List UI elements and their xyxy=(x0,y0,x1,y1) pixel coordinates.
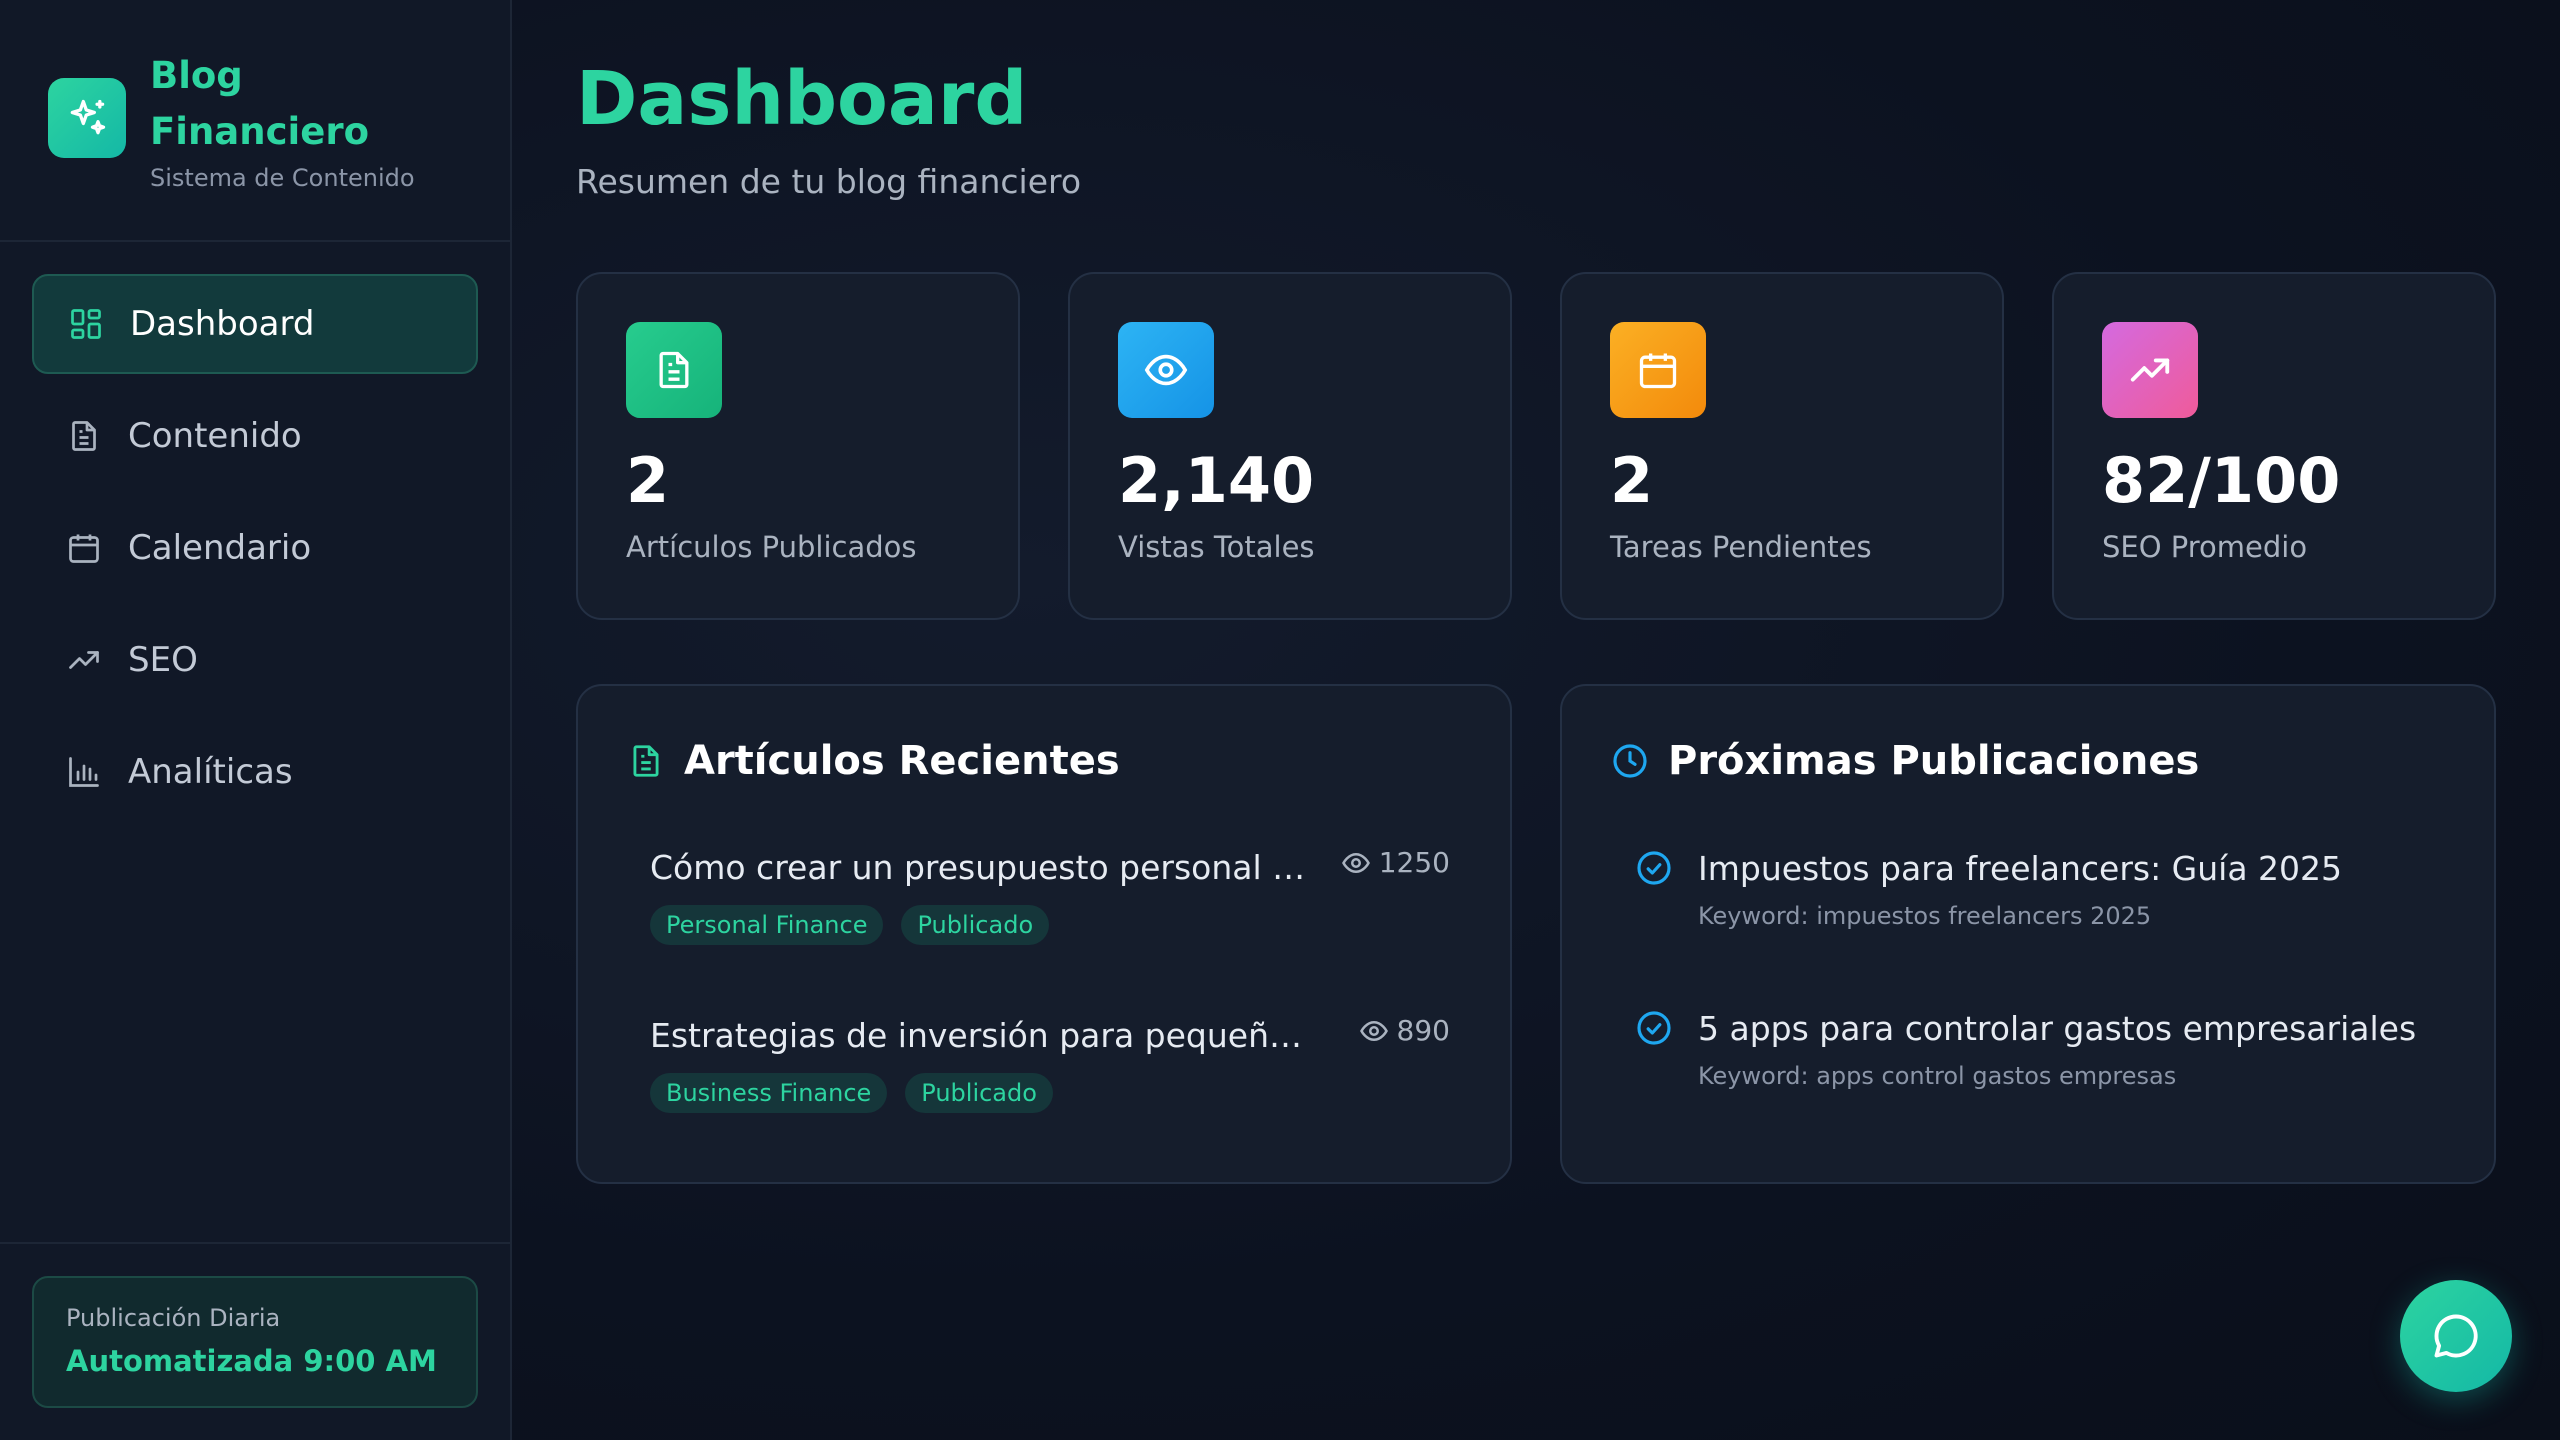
sidebar-divider xyxy=(0,240,512,242)
sidebar-item-contenido[interactable]: Contenido xyxy=(32,386,478,486)
chat-button[interactable] xyxy=(2400,1280,2512,1392)
eye-icon xyxy=(1118,322,1214,418)
sidebar-nav: Dashboard Contenido Calendario SEO Analí… xyxy=(32,274,478,834)
brand-subtitle: Sistema de Contenido xyxy=(150,164,415,192)
automation-label: Publicación Diaria xyxy=(66,1304,281,1332)
sidebar-item-analiticas[interactable]: Analíticas xyxy=(32,722,478,822)
eye-icon xyxy=(1341,852,1370,873)
stat-card-articles[interactable]: 2 Artículos Publicados xyxy=(576,272,1020,620)
page-title: Dashboard xyxy=(576,56,1028,142)
views-count: 890 xyxy=(1396,1014,1450,1047)
upcoming-title: Impuestos para freelancers: Guía 2025 xyxy=(1698,848,2343,888)
sidebar-item-label: Dashboard xyxy=(130,304,315,344)
article-tags: Personal Finance Publicado xyxy=(650,905,1450,945)
page-subtitle: Resumen de tu blog financiero xyxy=(576,162,1082,201)
chat-bubble-icon xyxy=(2434,1314,2478,1358)
trending-up-icon xyxy=(64,640,104,680)
panel-header: Próximas Publicaciones xyxy=(1610,738,2199,784)
sidebar-item-label: Contenido xyxy=(128,416,302,456)
status-badge: Publicado xyxy=(901,905,1050,945)
article-views: 890 xyxy=(1359,1014,1450,1047)
stat-label: Artículos Publicados xyxy=(626,530,917,564)
grid-icon xyxy=(66,304,106,344)
sidebar-item-label: SEO xyxy=(128,640,198,680)
upcoming-title: 5 apps para controlar gastos empresarial… xyxy=(1698,1008,2417,1048)
stat-label: SEO Promedio xyxy=(2102,530,2308,564)
views-count: 1250 xyxy=(1378,846,1450,879)
brand-title: Blog Financiero xyxy=(150,54,369,153)
calendar-icon xyxy=(1610,322,1706,418)
document-icon xyxy=(626,322,722,418)
stats-row: 2 Artículos Publicados 2,140 Vistas Tota… xyxy=(576,272,2496,620)
panel-header: Artículos Recientes xyxy=(626,738,1120,784)
upcoming-keyword: Keyword: apps control gastos empresas xyxy=(1698,1062,2177,1090)
automation-status: Publicación Diaria Automatizada 9:00 AM xyxy=(32,1276,478,1408)
upcoming-item[interactable]: 5 apps para controlar gastos empresarial… xyxy=(1634,1008,2454,1090)
sidebar-item-label: Analíticas xyxy=(128,752,293,792)
upcoming-publications-panel: Próximas Publicaciones Impuestos para fr… xyxy=(1560,684,2496,1184)
stat-card-tasks[interactable]: 2 Tareas Pendientes xyxy=(1560,272,2004,620)
category-tag[interactable]: Business Finance xyxy=(650,1073,888,1113)
document-icon xyxy=(626,741,666,781)
article-title: Estrategias de inversión para pequeñas e… xyxy=(650,1016,1310,1055)
sidebar-item-seo[interactable]: SEO xyxy=(32,610,478,710)
stat-label: Vistas Totales xyxy=(1118,530,1315,564)
article-views: 1250 xyxy=(1341,846,1450,879)
panel-title: Próximas Publicaciones xyxy=(1668,738,2200,784)
stat-value: 2 xyxy=(1610,444,1654,517)
trending-up-icon xyxy=(2102,322,2198,418)
category-tag[interactable]: Personal Finance xyxy=(650,905,884,945)
app-root: Blog Financiero Sistema de Contenido Das… xyxy=(0,0,2560,1440)
article-tags: Business Finance Publicado xyxy=(650,1073,1450,1113)
upcoming-item[interactable]: Impuestos para freelancers: Guía 2025 Ke… xyxy=(1634,848,2454,930)
sparkles-icon xyxy=(48,78,126,158)
check-circle-icon xyxy=(1634,848,1674,888)
stat-value: 2 xyxy=(626,444,670,517)
brand[interactable]: Blog Financiero Sistema de Contenido xyxy=(48,48,415,192)
check-circle-icon xyxy=(1634,1008,1674,1048)
clock-icon xyxy=(1610,741,1650,781)
upcoming-keyword: Keyword: impuestos freelancers 2025 xyxy=(1698,902,2152,930)
recent-articles-panel: Artículos Recientes Cómo crear un presup… xyxy=(576,684,1512,1184)
document-icon xyxy=(64,416,104,456)
sidebar-divider xyxy=(0,1242,512,1244)
sidebar-item-calendario[interactable]: Calendario xyxy=(32,498,478,598)
calendar-icon xyxy=(64,528,104,568)
article-title: Cómo crear un presupuesto personal efect… xyxy=(650,848,1310,887)
stat-value: 82/100 xyxy=(2102,444,2341,517)
stat-label: Tareas Pendientes xyxy=(1610,530,1872,564)
panel-title: Artículos Recientes xyxy=(684,738,1120,784)
article-item[interactable]: Cómo crear un presupuesto personal efect… xyxy=(650,846,1450,945)
bar-chart-icon xyxy=(64,752,104,792)
sidebar-item-label: Calendario xyxy=(128,528,312,568)
sidebar: Blog Financiero Sistema de Contenido Das… xyxy=(0,0,512,1440)
stat-card-views[interactable]: 2,140 Vistas Totales xyxy=(1068,272,1512,620)
article-item[interactable]: Estrategias de inversión para pequeñas e… xyxy=(650,1014,1450,1113)
automation-value: Automatizada 9:00 AM xyxy=(66,1344,437,1378)
eye-icon xyxy=(1359,1020,1388,1041)
stat-card-seo[interactable]: 82/100 SEO Promedio xyxy=(2052,272,2496,620)
sidebar-item-dashboard[interactable]: Dashboard xyxy=(32,274,478,374)
stat-value: 2,140 xyxy=(1118,444,1315,517)
status-badge: Publicado xyxy=(905,1073,1053,1113)
